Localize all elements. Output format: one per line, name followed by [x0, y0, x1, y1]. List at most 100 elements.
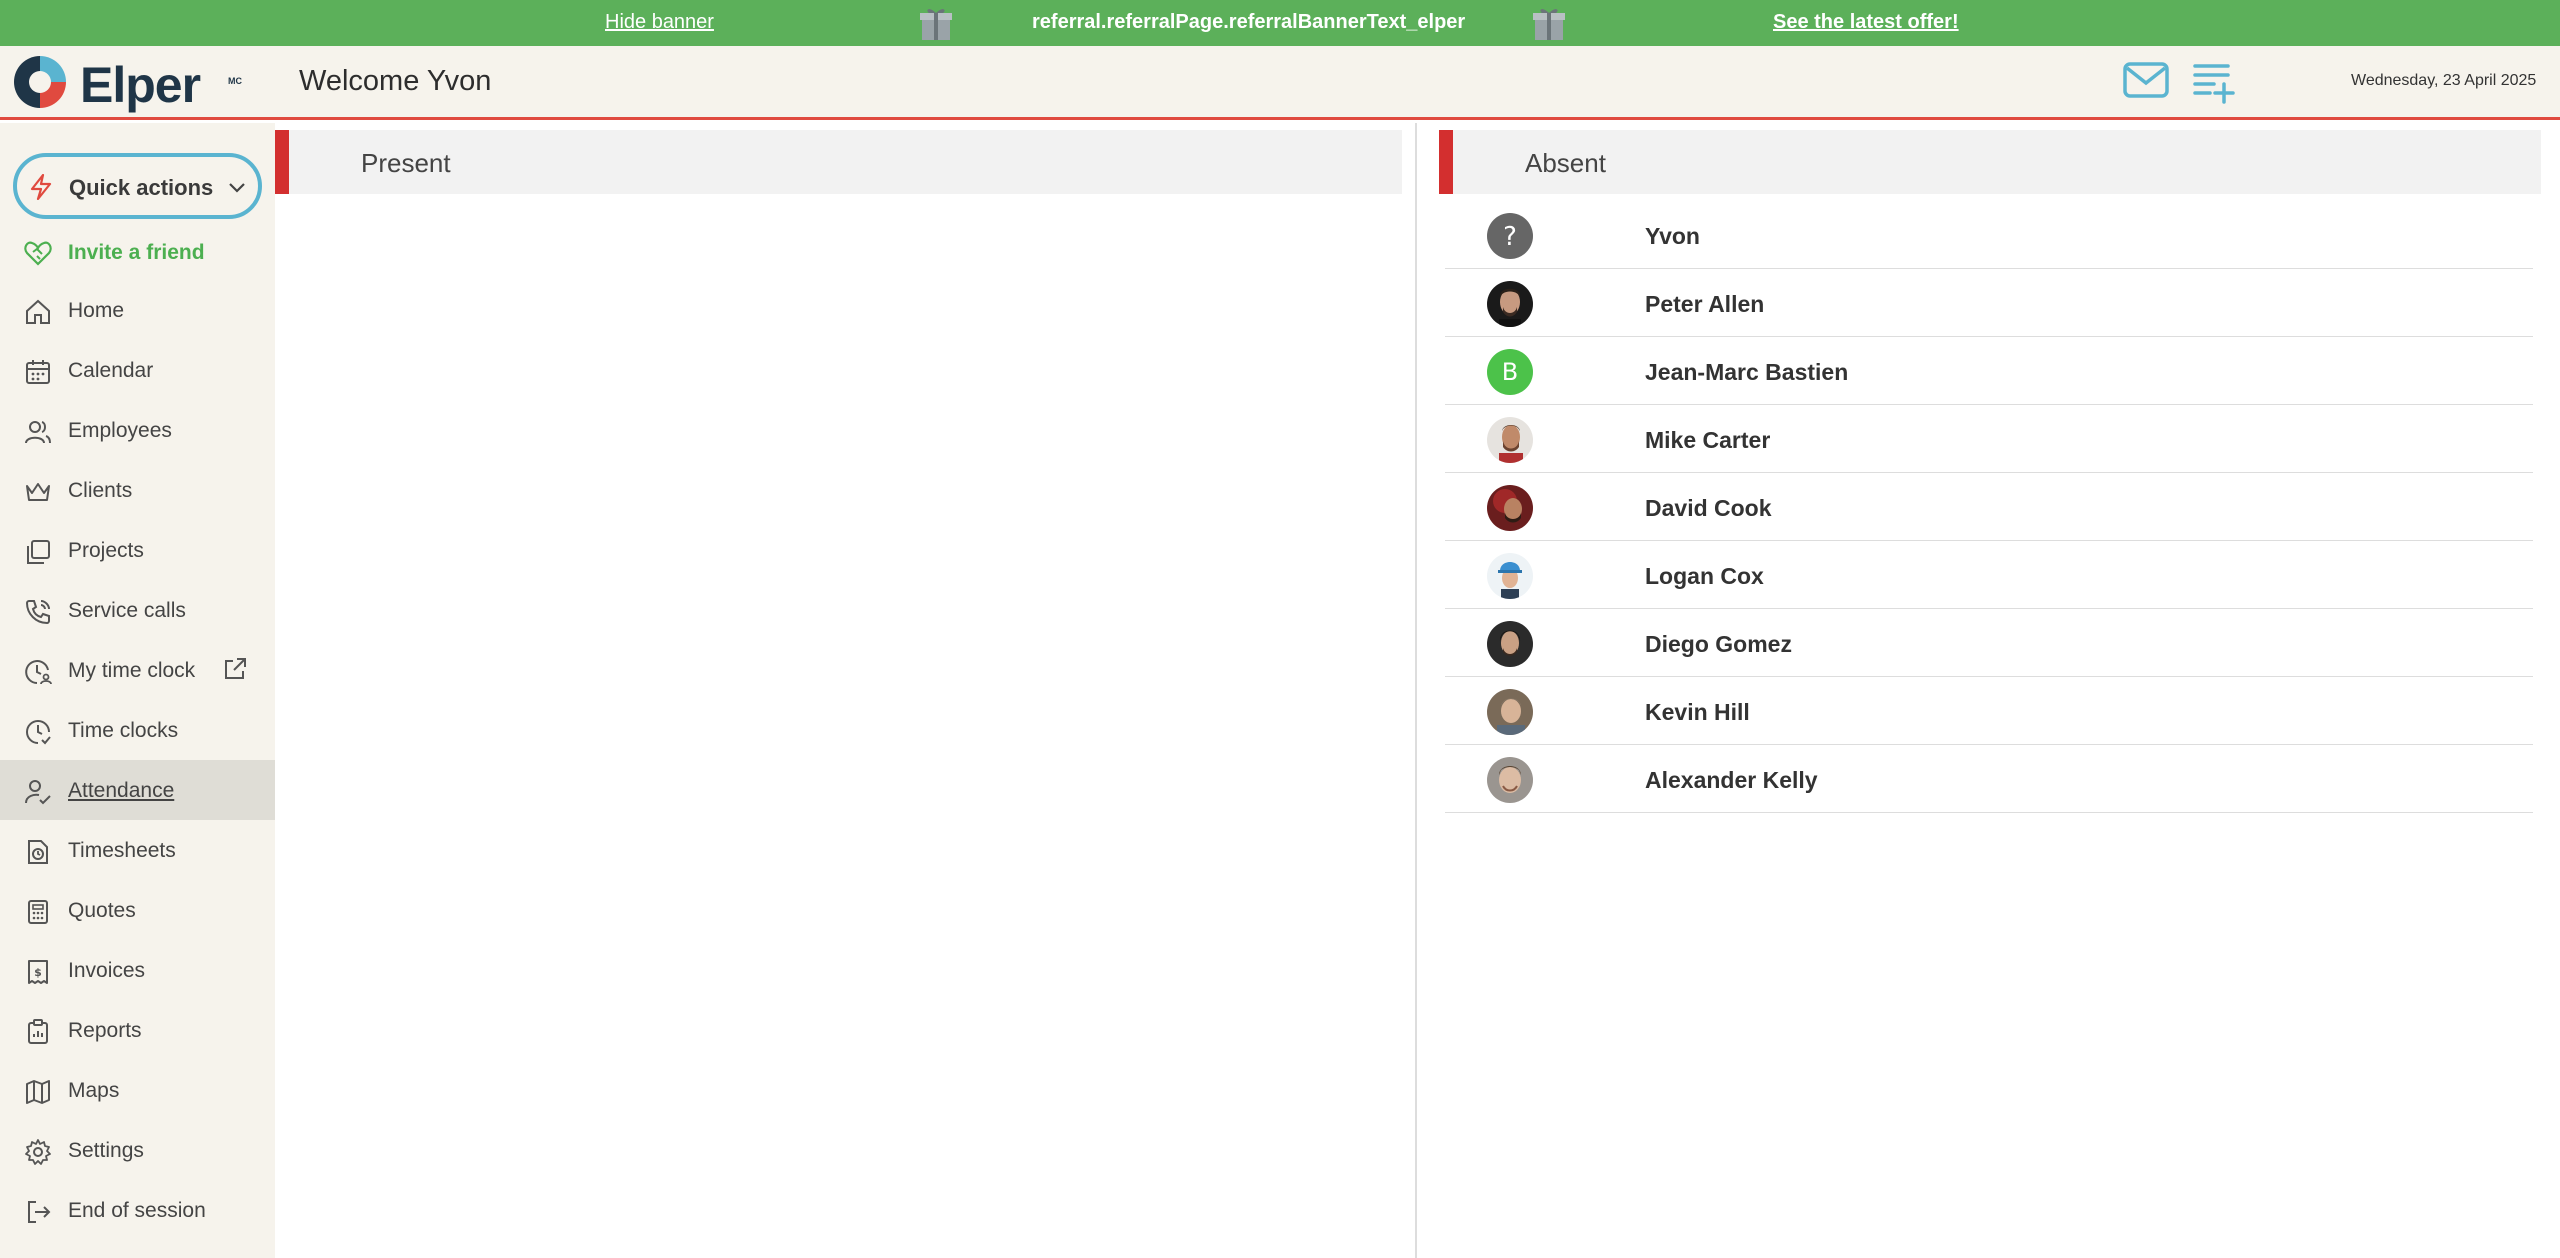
unknown-avatar-icon: ?: [1487, 213, 1533, 259]
sidebar-item-end-of-session[interactable]: End of session: [0, 1180, 275, 1240]
present-panel: Present: [275, 123, 1417, 1258]
employee-name: Alexander Kelly: [1645, 767, 1818, 793]
sidebar-item-home[interactable]: Home: [0, 280, 275, 340]
logo-mark-icon: [14, 56, 66, 108]
sidebar-item-clients[interactable]: Clients: [0, 460, 275, 520]
referral-banner: Hide banner referral.referralPage.referr…: [0, 0, 2560, 46]
avatar: [1487, 621, 1533, 667]
sidebar-item-label: Calendar: [68, 359, 154, 382]
employee-name: Jean-Marc Bastien: [1645, 359, 1849, 385]
heart-handshake-icon: [24, 241, 52, 266]
latest-offer-link[interactable]: See the latest offer!: [1773, 11, 1959, 34]
quick-actions-button[interactable]: Quick actions: [13, 153, 262, 219]
sidebar-item-maps[interactable]: Maps: [0, 1060, 275, 1120]
avatar: [1487, 417, 1533, 463]
employee-name: Kevin Hill: [1645, 699, 1750, 725]
hide-banner-link[interactable]: Hide banner: [605, 11, 714, 34]
sidebar-item-reports[interactable]: Reports: [0, 1000, 275, 1060]
sidebar-item-invoices[interactable]: $ Invoices: [0, 940, 275, 1000]
sidebar-item-quotes[interactable]: Quotes: [0, 880, 275, 940]
employee-name: Logan Cox: [1645, 563, 1764, 589]
sidebar-item-time-clocks[interactable]: Time clocks: [0, 700, 275, 760]
logout-icon: [28, 1201, 51, 1223]
sidebar-item-attendance[interactable]: Attendance: [0, 760, 275, 820]
employee-row[interactable]: Mike Carter: [1445, 405, 2533, 473]
add-list-icon[interactable]: [2192, 60, 2236, 104]
sidebar-item-service-calls[interactable]: Service calls: [0, 580, 275, 640]
sidebar: Quick actions Invite a friend Home Calen…: [0, 123, 275, 1258]
sidebar-item-label: Time clocks: [68, 719, 179, 742]
absent-header: Absent: [1439, 130, 2541, 194]
employee-name: Yvon: [1645, 223, 1700, 249]
sidebar-item-calendar[interactable]: Calendar: [0, 340, 275, 400]
sidebar-item-employees[interactable]: Employees: [0, 400, 275, 460]
sidebar-item-label: Projects: [68, 539, 144, 562]
svg-text:$: $: [34, 966, 42, 979]
svg-text:B: B: [1502, 358, 1518, 386]
svg-text:?: ?: [1503, 222, 1517, 252]
employee-name: Mike Carter: [1645, 427, 1771, 453]
crown-icon: [26, 483, 50, 501]
employee-row[interactable]: Diego Gomez: [1445, 609, 2533, 677]
sidebar-item-label: Maps: [68, 1079, 120, 1102]
sidebar-item-label: End of session: [68, 1199, 206, 1222]
sidebar-item-my-time-clock[interactable]: My time clock: [0, 640, 275, 700]
banner-text: referral.referralPage.referralBannerText…: [1032, 11, 1466, 33]
sidebar-item-label: Clients: [68, 479, 133, 502]
logo-mark-text: MC: [228, 76, 242, 86]
gear-icon: [25, 1139, 51, 1165]
timesheet-icon: [28, 840, 48, 864]
map-icon: [26, 1080, 50, 1104]
employee-row[interactable]: Peter Allen: [1445, 269, 2533, 337]
gift-icon: [920, 9, 952, 40]
sidebar-item-settings[interactable]: Settings: [0, 1120, 275, 1180]
current-date: Wednesday, 23 April 2025: [2351, 72, 2537, 89]
present-header: Present: [275, 130, 1402, 194]
avatar: [1487, 689, 1533, 735]
sidebar-item-projects[interactable]: Projects: [0, 520, 275, 580]
employee-name: David Cook: [1645, 495, 1772, 521]
sidebar-item-label: Attendance: [68, 779, 175, 802]
user-check-icon: [25, 780, 51, 805]
chevron-down-icon: [229, 183, 245, 193]
quick-actions-label: Quick actions: [69, 175, 214, 200]
sidebar-item-label: Settings: [68, 1139, 144, 1162]
mail-icon[interactable]: [2122, 60, 2170, 100]
clock-icon: [26, 720, 51, 745]
external-link-icon[interactable]: [222, 656, 248, 682]
home-icon: [26, 299, 50, 324]
employee-row[interactable]: Kevin Hill: [1445, 677, 2533, 745]
employee-row[interactable]: David Cook: [1445, 473, 2533, 541]
lightning-icon: [30, 174, 52, 200]
absent-employee-list: ? Yvon Peter Allen B Jean-Marc Bastien M…: [1445, 201, 2533, 813]
clipboard-icon: [28, 1019, 48, 1044]
app-header: Elper MC Welcome Yvon Wednesday, 23 Apri…: [0, 46, 2560, 120]
sidebar-item-label: Timesheets: [68, 839, 176, 862]
sidebar-item-label: My time clock: [68, 659, 196, 682]
employee-row[interactable]: ? Yvon: [1445, 201, 2533, 269]
welcome-title: Welcome Yvon: [299, 65, 492, 97]
sidebar-item-label: Employees: [68, 419, 172, 442]
sidebar-item-label: Home: [68, 299, 125, 322]
sidebar-item-label: Service calls: [68, 599, 186, 622]
employee-row[interactable]: Logan Cox: [1445, 541, 2533, 609]
employee-row[interactable]: Alexander Kelly: [1445, 745, 2533, 813]
employee-row[interactable]: B Jean-Marc Bastien: [1445, 337, 2533, 405]
users-icon: [25, 421, 51, 444]
invite-friend-link[interactable]: Invite a friend: [0, 228, 275, 278]
present-title: Present: [361, 148, 451, 178]
sidebar-item-timesheets[interactable]: Timesheets: [0, 820, 275, 880]
gift-icon: [1533, 9, 1565, 40]
folders-icon: [27, 540, 50, 564]
calculator-icon: [28, 900, 48, 924]
clock-user-icon: [25, 660, 52, 685]
calendar-icon: [26, 360, 50, 384]
sidebar-item-label: Quotes: [68, 899, 136, 922]
avatar: B: [1487, 349, 1533, 395]
avatar: [1487, 757, 1533, 803]
avatar: [1487, 553, 1533, 599]
avatar: [1487, 485, 1533, 531]
elper-logo[interactable]: Elper MC: [12, 54, 242, 113]
employee-name: Peter Allen: [1645, 291, 1765, 317]
sidebar-item-label: Reports: [68, 1019, 142, 1042]
